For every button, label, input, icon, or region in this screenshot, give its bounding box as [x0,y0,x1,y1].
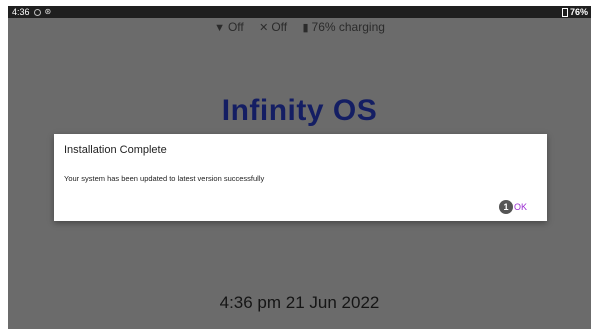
quick-status-row: ▼ Off ✕ Off ▮ 76% charging [8,20,591,34]
ok-button[interactable]: OK [514,202,527,212]
dialog-title: Installation Complete [64,144,167,156]
battery-status: ▮ 76% charging [302,20,384,34]
status-bar-right: 76% [561,6,588,18]
bluetooth-off-icon: ✕ [259,22,269,34]
status-battery: 76% [569,7,588,17]
status-bar-left: 4:36 ⊛ [12,6,51,18]
ok-badge: 1 [498,200,513,214]
circle-icon [33,8,41,16]
bluetooth-status: ✕ Off [259,20,290,34]
battery-status-label: 76% charging [311,20,385,34]
status-time: 4:36 [12,7,30,17]
status-bar: 4:36 ⊛ 76% [8,6,591,18]
device-screen: 4:36 ⊛ 76% ▼ Off ✕ Off ▮ 76% charging Infin… [8,6,591,329]
dialog-message: Your system has been updated to latest v… [64,174,265,183]
installation-dialog: Installation Complete Your system has be… [54,134,547,221]
sync-icon: ⊛ [44,7,52,16]
battery-icon [561,7,568,17]
home-clock: 4:36 pm 21 Jun 2022 [219,293,380,312]
bluetooth-status-label: Off [271,20,288,34]
battery-charging-icon: ▮ [302,22,309,34]
wifi-status: ▼ Off [214,20,247,34]
wifi-status-label: Off [227,20,244,34]
wifi-off-icon: ▼ [214,22,225,34]
ok-button-wrap[interactable]: 1 OK [498,200,527,214]
os-title: Infinity OS [221,94,378,127]
